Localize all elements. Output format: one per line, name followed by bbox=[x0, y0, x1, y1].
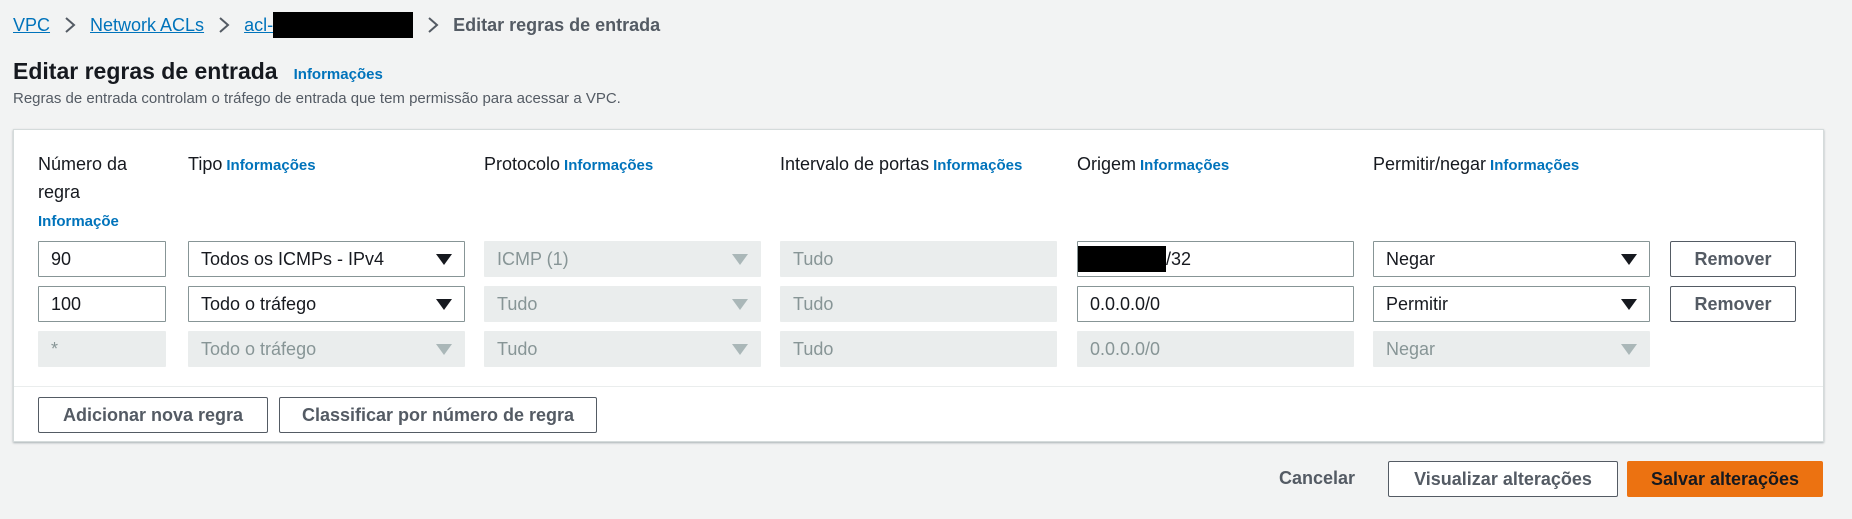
chevron-right-icon bbox=[65, 17, 76, 33]
page-title-container: Editar regras de entrada Informações bbox=[13, 58, 383, 85]
caret-down-icon bbox=[436, 344, 452, 355]
cancel-button[interactable]: Cancelar bbox=[1279, 468, 1355, 489]
panel-divider bbox=[14, 386, 1823, 387]
allow-deny-select-value: Negar bbox=[1386, 248, 1436, 269]
caret-down-icon bbox=[436, 254, 452, 265]
col-header-allow-deny: Permitir/negar Informações bbox=[1373, 150, 1579, 180]
source-input-suffix: /32 bbox=[1166, 248, 1192, 269]
type-select[interactable]: Todos os ICMPs - IPv4 bbox=[188, 241, 465, 277]
protocol-select-value: ICMP (1) bbox=[497, 248, 569, 269]
col-header-port-range: Intervalo de portas Informações bbox=[780, 150, 1022, 180]
source-input: 0.0.0.0/0 bbox=[1077, 331, 1354, 367]
caret-down-icon bbox=[732, 299, 748, 310]
allow-deny-select[interactable]: Negar bbox=[1373, 241, 1650, 277]
chevron-right-icon bbox=[428, 17, 439, 33]
protocol-select: ICMP (1) bbox=[484, 241, 761, 277]
type-select-value: Todo o tráfego bbox=[201, 293, 317, 314]
col-header-source: Origem Informações bbox=[1077, 150, 1229, 180]
protocol-info-link[interactable]: Informações bbox=[564, 157, 653, 174]
save-changes-button[interactable]: Salvar alterações bbox=[1627, 461, 1823, 497]
page-description: Regras de entrada controlam o tráfego de… bbox=[13, 90, 621, 107]
type-select-value: Todo o tráfego bbox=[201, 338, 317, 359]
type-select[interactable]: Todo o tráfego bbox=[188, 286, 465, 322]
col-header-type-label: Tipo bbox=[188, 154, 223, 174]
breadcrumb-acl-link[interactable]: acl- bbox=[244, 12, 414, 38]
remove-rule-button[interactable]: Remover bbox=[1670, 241, 1796, 277]
col-header-protocol-label: Protocolo bbox=[484, 154, 561, 174]
page-title: Editar regras de entrada bbox=[13, 58, 278, 84]
sort-by-rule-number-button[interactable]: Classificar por número de regra bbox=[279, 397, 597, 433]
protocol-select-value: Tudo bbox=[497, 293, 538, 314]
col-header-rule-number-label1: Número da bbox=[38, 154, 128, 174]
port-range-info-link[interactable]: Informações bbox=[933, 157, 1022, 174]
col-header-port-range-label: Intervalo de portas bbox=[780, 154, 930, 174]
rule-number-input[interactable]: 90 bbox=[38, 241, 166, 277]
source-input[interactable]: 0.0.0.0/0 bbox=[1077, 286, 1354, 322]
allow-deny-select-value: Negar bbox=[1386, 338, 1436, 359]
breadcrumb-current: Editar regras de entrada bbox=[453, 14, 661, 35]
allow-deny-select: Negar bbox=[1373, 331, 1650, 367]
col-header-source-label: Origem bbox=[1077, 154, 1137, 174]
breadcrumb-nacls-link[interactable]: Network ACLs bbox=[90, 15, 204, 36]
type-select: Todo o tráfego bbox=[188, 331, 465, 367]
title-info-link[interactable]: Informações bbox=[294, 66, 383, 83]
type-info-link[interactable]: Informações bbox=[226, 157, 315, 174]
chevron-right-icon bbox=[219, 17, 230, 33]
protocol-select-value: Tudo bbox=[497, 338, 538, 359]
caret-down-icon bbox=[1621, 344, 1637, 355]
add-rule-button[interactable]: Adicionar nova regra bbox=[38, 397, 268, 433]
source-info-link[interactable]: Informações bbox=[1140, 157, 1229, 174]
col-header-protocol: Protocolo Informações bbox=[484, 150, 653, 180]
redacted-source-ip bbox=[1078, 246, 1166, 272]
col-header-type: Tipo Informações bbox=[188, 150, 316, 180]
breadcrumb-acl-prefix: acl- bbox=[244, 14, 274, 35]
caret-down-icon bbox=[1621, 299, 1637, 310]
breadcrumb: VPC Network ACLs acl- Editar regras de e… bbox=[13, 12, 660, 38]
caret-down-icon bbox=[436, 299, 452, 310]
port-range-input: Tudo bbox=[780, 241, 1057, 277]
protocol-select: Tudo bbox=[484, 286, 761, 322]
type-select-value: Todos os ICMPs - IPv4 bbox=[201, 248, 385, 269]
protocol-select: Tudo bbox=[484, 331, 761, 367]
rule-number-input[interactable]: 100 bbox=[38, 286, 166, 322]
rule-number-input: * bbox=[38, 331, 166, 367]
breadcrumb-vpc-link[interactable]: VPC bbox=[13, 15, 50, 36]
allow-deny-select[interactable]: Permitir bbox=[1373, 286, 1650, 322]
caret-down-icon bbox=[1621, 254, 1637, 265]
col-header-allow-deny-label: Permitir/negar bbox=[1373, 154, 1487, 174]
col-header-rule-number-label2: regra bbox=[38, 182, 81, 202]
caret-down-icon bbox=[732, 254, 748, 265]
allow-deny-info-link[interactable]: Informações bbox=[1490, 157, 1579, 174]
redacted-acl-id bbox=[273, 12, 414, 38]
allow-deny-select-value: Permitir bbox=[1386, 293, 1448, 314]
port-range-input: Tudo bbox=[780, 286, 1057, 322]
caret-down-icon bbox=[732, 344, 748, 355]
info-link-part1: Informaçõe bbox=[38, 213, 119, 230]
rules-panel: Número da regra Informações TipoInformaç… bbox=[13, 129, 1824, 442]
source-input[interactable]: /32 bbox=[1077, 241, 1354, 277]
preview-changes-button[interactable]: Visualizar alterações bbox=[1388, 461, 1618, 497]
port-range-input: Tudo bbox=[780, 331, 1057, 367]
remove-rule-button[interactable]: Remover bbox=[1670, 286, 1796, 322]
